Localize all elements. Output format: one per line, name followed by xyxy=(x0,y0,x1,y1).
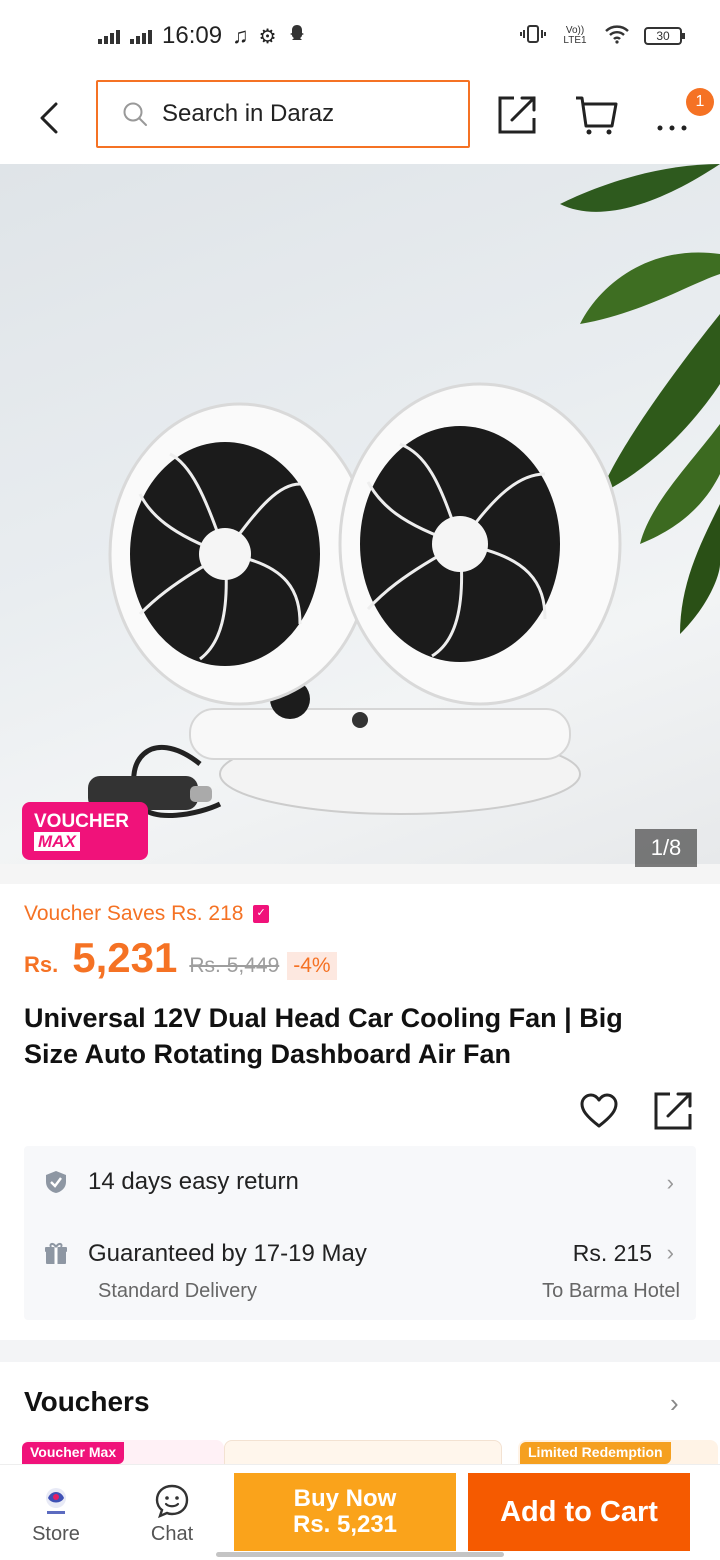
status-bar: 16:09 ♫ ⚙ Vo)) LTE1 30 xyxy=(0,0,720,76)
settings-icon: ⚙ xyxy=(258,25,277,48)
current-price: 5,231 xyxy=(72,934,178,981)
chevron-right-icon: › xyxy=(666,1240,674,1265)
store-label: Store xyxy=(32,1523,80,1545)
share-icon[interactable] xyxy=(494,90,542,138)
network-type: Vo)) LTE1 xyxy=(563,24,587,46)
voucher-tag: Voucher Max xyxy=(22,1442,125,1464)
music-icon: ♫ xyxy=(232,23,249,48)
return-policy-label: 14 days easy return xyxy=(88,1168,299,1195)
voucher-max-badge: VOUCHER MAX xyxy=(22,802,148,860)
signal-icon xyxy=(130,28,152,44)
store-logo-icon xyxy=(16,1481,96,1521)
share-product-icon[interactable] xyxy=(652,1090,694,1132)
battery-icon: 30 xyxy=(644,26,685,45)
chat-label: Chat xyxy=(150,1523,194,1545)
snapchat-icon xyxy=(287,22,307,50)
delivery-location: To Barma Hotel xyxy=(542,1280,680,1302)
add-to-cart-button[interactable]: Add to Cart xyxy=(468,1473,690,1551)
signal-icon xyxy=(98,28,120,44)
section-divider xyxy=(0,1340,720,1362)
price-currency: Rs. xyxy=(24,952,59,977)
service-info-box: 14 days easy return › Guaranteed by 17-1… xyxy=(24,1146,696,1320)
gift-box-icon xyxy=(45,1243,67,1264)
product-image-gallery[interactable]: VOUCHER MAX 1/8 xyxy=(0,164,720,884)
voucher-saves: Voucher Saves Rs. 218 xyxy=(24,902,270,926)
chat-icon xyxy=(132,1481,212,1521)
delivery-type: Standard Delivery xyxy=(98,1280,257,1302)
search-icon xyxy=(123,102,147,126)
back-arrow-icon[interactable] xyxy=(30,96,70,140)
product-title: Universal 12V Dual Head Car Cooling Fan … xyxy=(24,1003,623,1069)
search-input[interactable]: Search in Daraz xyxy=(96,80,470,148)
vouchers-heading: Vouchers xyxy=(24,1386,150,1417)
buy-now-label: Buy Now xyxy=(293,1485,397,1512)
search-placeholder: Search in Daraz xyxy=(162,100,335,127)
shield-check-icon xyxy=(46,1171,66,1193)
image-counter: 1/8 xyxy=(635,829,697,867)
home-indicator[interactable] xyxy=(216,1552,504,1557)
delivery-row[interactable]: Guaranteed by 17-19 May Rs. 215 › Standa… xyxy=(24,1224,696,1314)
status-right: Vo)) LTE1 30 xyxy=(520,24,685,47)
status-time: 16:09 xyxy=(162,22,223,49)
price-row: Rs. 5,231 Rs. 5,449 -4% xyxy=(24,934,337,982)
cart-icon[interactable] xyxy=(572,90,620,138)
voucher-saves-text: Voucher Saves Rs. 218 xyxy=(24,902,244,925)
chat-button[interactable]: Chat xyxy=(132,1481,212,1546)
vibrate-icon xyxy=(520,24,546,47)
store-button[interactable]: Store xyxy=(16,1481,96,1546)
delivery-fee: Rs. 215 xyxy=(572,1240,652,1266)
chevron-right-icon: › xyxy=(666,1170,674,1195)
top-header: Search in Daraz 1 xyxy=(0,76,720,164)
return-policy-row[interactable]: 14 days easy return › xyxy=(24,1146,696,1218)
wifi-icon xyxy=(604,24,630,47)
voucher-tag: Limited Redemption xyxy=(520,1442,671,1464)
status-left: 16:09 ♫ ⚙ xyxy=(98,22,307,50)
chevron-right-icon[interactable]: › xyxy=(670,1388,679,1419)
shelf xyxy=(0,864,720,884)
delivery-guarantee-label: Guaranteed by 17-19 May xyxy=(88,1240,367,1267)
wishlist-heart-icon[interactable] xyxy=(578,1090,620,1132)
voucher-icon xyxy=(253,905,270,923)
buy-now-button[interactable]: Buy Now Rs. 5,231 xyxy=(234,1473,456,1551)
voucher-badge-line1: VOUCHER xyxy=(34,811,130,832)
buy-now-price: Rs. 5,231 xyxy=(292,1511,398,1538)
product-image xyxy=(88,164,720,819)
discount-badge: -4% xyxy=(287,952,337,980)
bottom-action-bar: Store Chat Buy Now Rs. 5,231 Add to Cart xyxy=(0,1464,720,1560)
original-price: Rs. 5,449 xyxy=(189,954,280,977)
voucher-badge-line2: MAX xyxy=(34,832,80,851)
notification-badge: 1 xyxy=(686,88,714,116)
